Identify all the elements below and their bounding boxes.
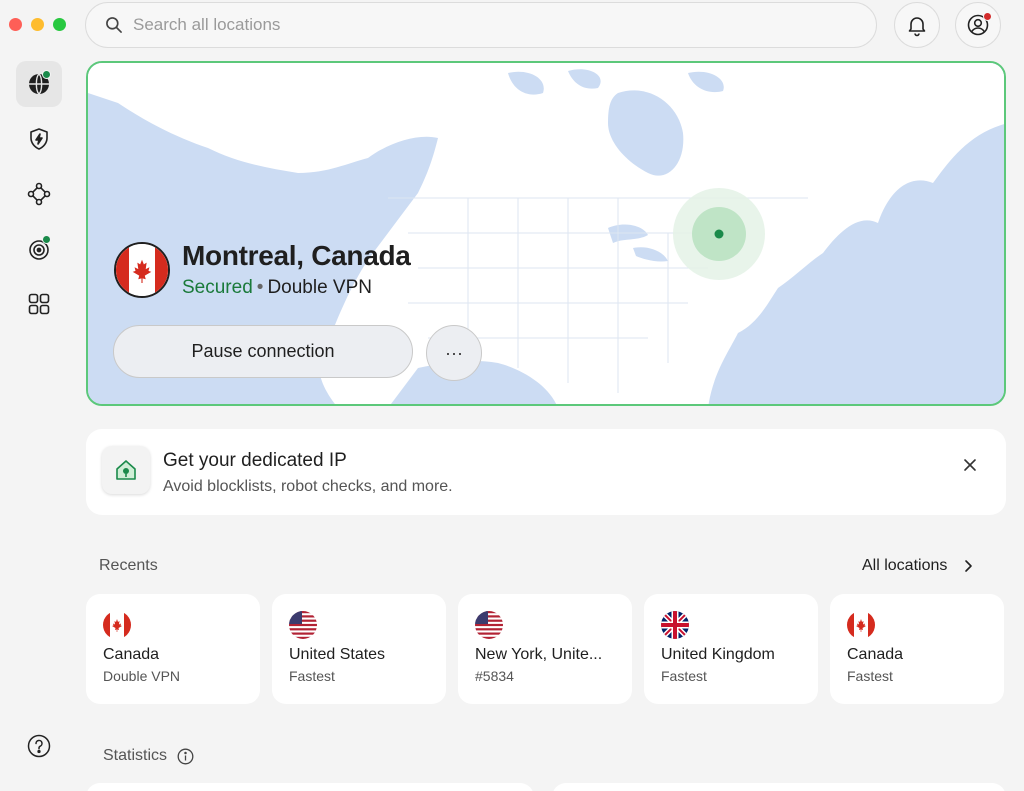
dedicated-ip-icon bbox=[102, 446, 150, 494]
window-maximize-button[interactable] bbox=[53, 18, 66, 31]
recent-item-name: Canada bbox=[847, 646, 904, 663]
canada-flag-icon bbox=[114, 242, 170, 298]
canada-flag-icon bbox=[103, 611, 131, 639]
recent-item-detail: Fastest bbox=[661, 668, 707, 684]
sidebar-item-apps[interactable] bbox=[16, 281, 62, 327]
search-icon bbox=[106, 17, 122, 33]
all-locations-label: All locations bbox=[862, 557, 948, 574]
status-separator: • bbox=[256, 277, 264, 298]
sidebar-item-dark-web-monitor[interactable] bbox=[16, 226, 62, 272]
mesh-network-icon bbox=[27, 182, 51, 206]
statistics-label: Statistics bbox=[103, 747, 168, 764]
connection-mode: Double VPN bbox=[267, 277, 372, 298]
dedicated-ip-banner[interactable]: Get your dedicated IP Avoid blocklists, … bbox=[86, 429, 1006, 515]
recent-item-name: New York, Unite... bbox=[475, 646, 603, 663]
info-icon[interactable] bbox=[177, 748, 194, 765]
statistics-heading: Statistics bbox=[103, 747, 194, 765]
connection-map-card: Montreal, Canada Secured • Double VPN Paus… bbox=[86, 61, 1006, 406]
grid-apps-icon bbox=[28, 293, 50, 315]
promo-subtitle: Avoid blocklists, robot checks, and more… bbox=[163, 478, 453, 495]
recent-item-name: United Kingdom bbox=[661, 646, 775, 663]
close-banner-button[interactable] bbox=[958, 453, 982, 477]
recent-item[interactable]: Canada Double VPN bbox=[86, 594, 260, 704]
window-close-button[interactable] bbox=[9, 18, 22, 31]
recents-list: Canada Double VPN United States Fastest … bbox=[86, 594, 1004, 704]
recent-item[interactable]: United Kingdom Fastest bbox=[644, 594, 818, 704]
recent-item-detail: Fastest bbox=[847, 668, 893, 684]
sidebar-item-meshnet[interactable] bbox=[16, 171, 62, 217]
recent-item-detail: Fastest bbox=[289, 668, 335, 684]
all-locations-link[interactable]: All locations bbox=[862, 557, 975, 575]
recent-item-name: United States bbox=[289, 646, 386, 663]
help-button[interactable] bbox=[16, 723, 62, 769]
secured-label: Secured bbox=[182, 277, 253, 298]
more-options-button[interactable]: ··· bbox=[426, 325, 482, 381]
bell-icon bbox=[908, 17, 926, 37]
recents-heading: Recents bbox=[99, 557, 158, 574]
recent-item-detail: #5834 bbox=[475, 668, 514, 684]
profile-button[interactable] bbox=[955, 2, 1001, 48]
us-flag-icon bbox=[289, 611, 317, 639]
notifications-button[interactable] bbox=[894, 2, 940, 48]
window-controls bbox=[9, 18, 66, 31]
promo-title: Get your dedicated IP bbox=[163, 450, 347, 471]
recent-item[interactable]: Canada Fastest bbox=[830, 594, 1004, 704]
canada-flag-icon bbox=[847, 611, 875, 639]
us-flag-icon bbox=[475, 611, 503, 639]
pause-connection-button[interactable]: Pause connection bbox=[113, 325, 413, 378]
connection-location: Montreal, Canada bbox=[182, 240, 411, 271]
statistics-card bbox=[552, 783, 1006, 791]
sidebar bbox=[16, 61, 62, 336]
shield-bolt-icon bbox=[30, 128, 48, 150]
recent-item-detail: Double VPN bbox=[103, 668, 181, 684]
location-pin[interactable] bbox=[714, 229, 724, 239]
help-icon bbox=[27, 734, 51, 758]
alert-dot bbox=[42, 235, 51, 244]
search-input[interactable] bbox=[133, 15, 833, 35]
uk-flag-icon bbox=[661, 611, 689, 639]
notification-dot bbox=[983, 12, 992, 21]
window-minimize-button[interactable] bbox=[31, 18, 44, 31]
sidebar-item-threat-protection[interactable] bbox=[16, 116, 62, 162]
chevron-right-icon bbox=[965, 560, 973, 572]
search-bar[interactable] bbox=[85, 2, 877, 48]
statistics-card bbox=[86, 783, 534, 791]
recent-item[interactable]: United States Fastest bbox=[272, 594, 446, 704]
active-dot bbox=[42, 70, 51, 79]
sidebar-item-locations[interactable] bbox=[16, 61, 62, 107]
recent-item[interactable]: New York, Unite... #5834 bbox=[458, 594, 632, 704]
recent-item-name: Canada bbox=[103, 646, 160, 663]
connection-status: Secured • Double VPN bbox=[182, 277, 372, 299]
close-icon bbox=[964, 459, 976, 471]
